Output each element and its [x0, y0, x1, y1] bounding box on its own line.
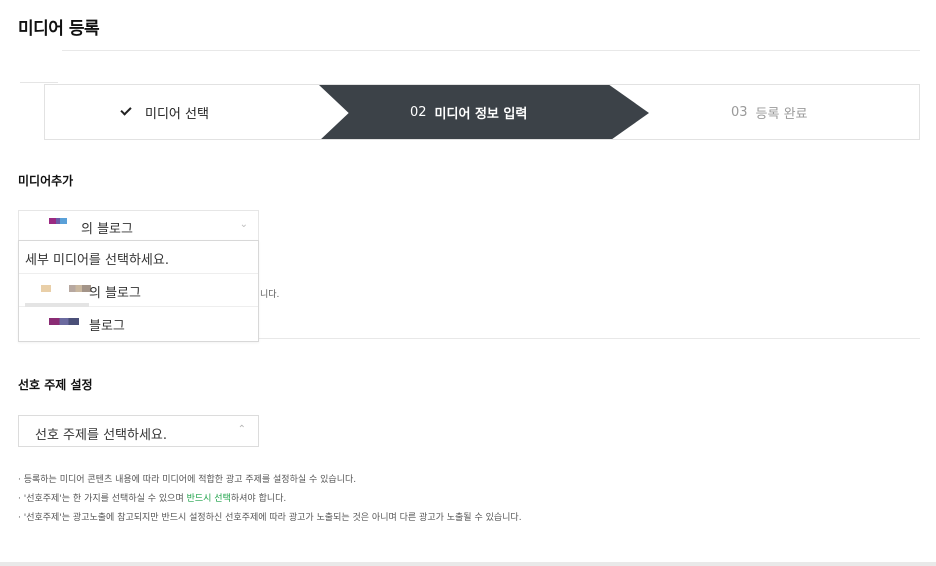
note-line: · '선호주제'는 한 가지를 선택하실 수 있으며 반드시 선택하셔야 합니다…: [18, 490, 522, 509]
chevron-up-icon: ⌃: [237, 424, 246, 435]
page-title: 미디어 등록: [18, 19, 100, 39]
note-line: · 등록하는 미디어 콘텐츠 내용에 따라 미디어에 적합한 광고 주제를 설정…: [18, 475, 357, 485]
option-label: 의 블로그: [89, 286, 141, 301]
topic-select[interactable]: 선호 주제를 선택하세요. ⌃: [18, 415, 259, 447]
media-note-partial: 니다.: [260, 290, 280, 300]
option-label: 세부 미디어를 선택하세요.: [25, 253, 169, 268]
note-text: · '선호주제'는 한 가지를 선택하실 수 있으며: [18, 494, 187, 504]
media-select-value: 의 블로그: [81, 222, 133, 237]
media-dropdown-list: 세부 미디어를 선택하세요. 의 블로그 블로그: [18, 240, 259, 342]
option-label: 블로그: [89, 319, 125, 334]
dropdown-option-placeholder[interactable]: 세부 미디어를 선택하세요.: [19, 241, 258, 274]
stepper-top-line: [20, 82, 58, 83]
topic-setting-label: 선호 주제 설정: [18, 378, 93, 392]
topic-notes: · 등록하는 미디어 콘텐츠 내용에 따라 미디어에 적합한 광고 주제를 설정…: [18, 471, 522, 528]
media-add-label: 미디어추가: [18, 174, 74, 188]
media-thumbnail: [49, 318, 79, 325]
step-complete: 03 등록 완료: [731, 85, 808, 139]
progress-stepper: 미디어 선택 02 미디어 정보 입력 03 등록 완료: [44, 84, 920, 140]
step2-label: 미디어 정보 입력: [434, 106, 528, 122]
media-thumbnail: [49, 218, 67, 224]
dropdown-option-blog-2[interactable]: 블로그: [19, 307, 258, 340]
step2-number: 02: [410, 104, 427, 120]
media-thumbnail: [41, 285, 51, 292]
topic-select-placeholder: 선호 주제를 선택하세요.: [35, 428, 167, 443]
dropdown-option-blog-1[interactable]: 의 블로그: [19, 274, 258, 307]
note-text: 하셔야 합니다.: [230, 494, 287, 504]
bottom-divider: [0, 562, 936, 566]
section-divider: [258, 338, 920, 339]
step-media-info: 02 미디어 정보 입력: [410, 85, 527, 139]
note-line: · '선호주제'는 광고노출에 참고되지만 반드시 설정하신 선호주제에 따라 …: [18, 513, 522, 523]
chevron-down-icon: ⌄: [239, 219, 248, 230]
media-select[interactable]: 의 블로그 ⌄: [18, 210, 259, 241]
note-emphasis: 반드시 선택: [186, 494, 231, 504]
step3-label: 등록 완료: [755, 106, 808, 122]
title-divider: [62, 50, 920, 51]
check-icon: [120, 104, 132, 116]
media-thumbnail: [69, 285, 91, 292]
step-media-select: 미디어 선택: [120, 85, 209, 139]
step3-number: 03: [731, 104, 748, 120]
step1-label: 미디어 선택: [145, 106, 209, 122]
